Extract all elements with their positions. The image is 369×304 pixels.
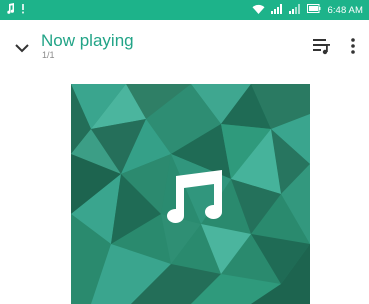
status-left-icons — [6, 3, 25, 17]
music-note-icon — [6, 3, 15, 17]
queue-music-icon[interactable] — [312, 37, 332, 55]
page-title: Now playing — [41, 31, 134, 50]
page-subtitle: 1/1 — [42, 50, 55, 60]
status-right-icons: 6:48 AM — [252, 3, 363, 17]
album-art — [71, 84, 310, 304]
more-vert-icon[interactable] — [348, 37, 358, 55]
sim2-signal-icon — [289, 3, 301, 17]
music-note-icon — [167, 170, 222, 223]
alert-icon — [21, 3, 25, 17]
sim1-signal-icon — [271, 3, 283, 17]
status-bar: 6:48 AM — [0, 0, 369, 20]
toolbar: Now playing 1/1 — [0, 20, 369, 70]
status-time: 6:48 AM — [327, 4, 363, 16]
wifi-icon — [252, 4, 265, 17]
battery-icon — [307, 4, 321, 16]
chevron-down-icon[interactable] — [14, 42, 30, 54]
